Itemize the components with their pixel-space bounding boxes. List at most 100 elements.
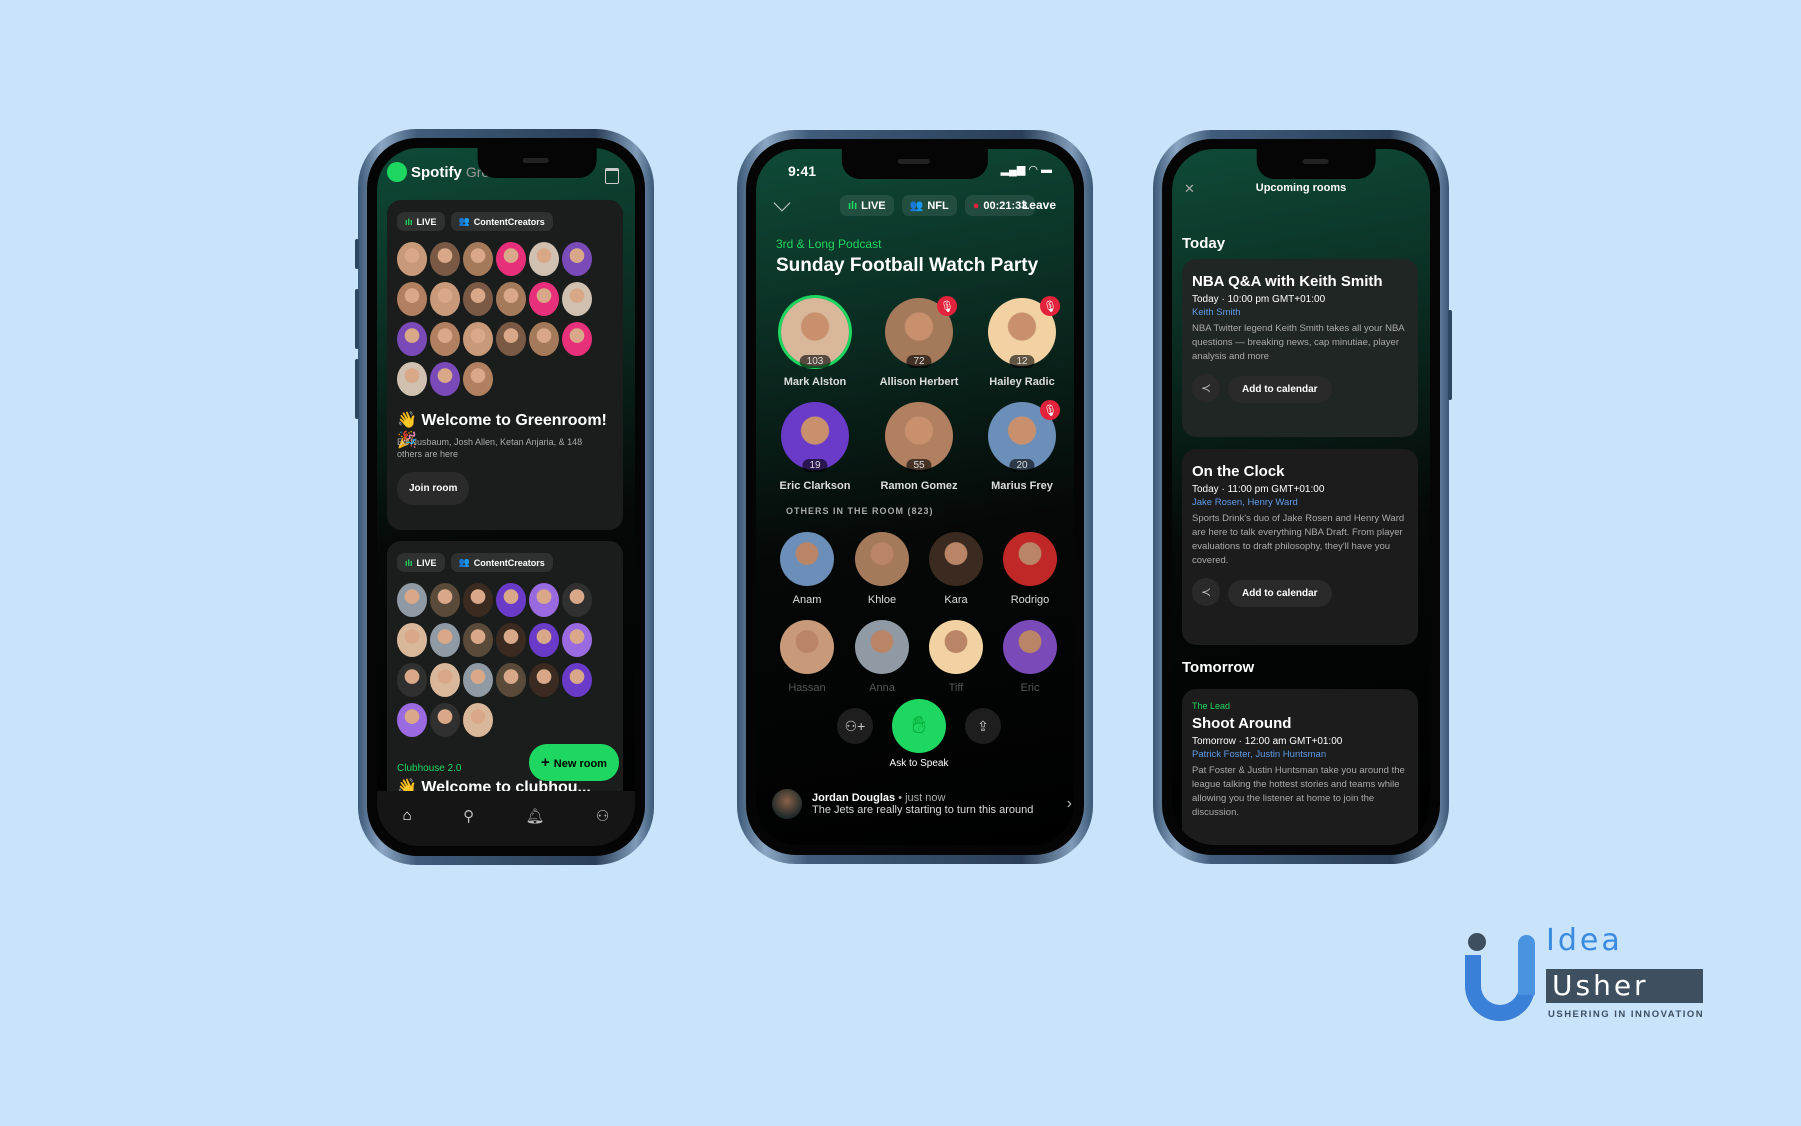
logo-u-right bbox=[1518, 935, 1535, 995]
add-to-calendar-button[interactable]: Add to calendar bbox=[1228, 376, 1332, 404]
room-screen: 9:41 ▂▄▆ ◠ ▬ ılı LIVE 👥 NFL ● 00:21:33 Leav… bbox=[756, 149, 1074, 845]
calendar-icon[interactable] bbox=[605, 168, 619, 184]
gem-count: 20 bbox=[1009, 459, 1035, 472]
room-time: Tomorrow · 12:00 am GMT+01:00 bbox=[1192, 736, 1343, 747]
chevron-right-icon[interactable]: › bbox=[1067, 795, 1072, 813]
join-room-button[interactable]: Join room bbox=[397, 472, 470, 505]
participant-avatar bbox=[430, 322, 460, 356]
speaker-name: Ramon Gomez bbox=[880, 480, 958, 492]
leave-button[interactable]: Leave bbox=[1022, 198, 1056, 212]
room-hosts[interactable]: Keith Smith bbox=[1192, 307, 1408, 318]
live-badge: ılı LIVE bbox=[397, 553, 445, 572]
phone-home: Spotify Greenroom ılıLIVE 👥ContentCreato… bbox=[355, 129, 654, 865]
room-hosts[interactable]: Patrick Foster, Justin Huntsman bbox=[1192, 749, 1408, 760]
share-button[interactable]: ⇪ bbox=[965, 708, 1001, 744]
idea-usher-logo: Idea Usher USHERING IN INNOVATION bbox=[1460, 923, 1703, 1025]
speaker-avatar[interactable]: 20 🎙︎ bbox=[988, 400, 1060, 472]
club-tag[interactable]: 👥 ContentCreators bbox=[450, 212, 553, 231]
participant-avatar bbox=[529, 623, 559, 657]
close-icon[interactable]: ✕ bbox=[1184, 181, 1195, 197]
room-hosts[interactable]: Jake Rosen, Henry Ward bbox=[1192, 497, 1408, 508]
room-title: NBA Q&A with Keith Smith bbox=[1192, 273, 1383, 290]
room-card[interactable]: On the Clock Today · 11:00 pm GMT+01:00 … bbox=[1182, 449, 1418, 645]
participant-avatar bbox=[397, 583, 427, 617]
search-icon[interactable]: ⚲ bbox=[463, 807, 474, 825]
room-title: Shoot Around bbox=[1192, 715, 1292, 732]
room-description: Sports Drink's duo of Jake Rosen and Hen… bbox=[1192, 513, 1405, 566]
chat-avatar bbox=[772, 789, 802, 819]
participant-avatar bbox=[562, 322, 592, 356]
participant-avatar bbox=[496, 282, 526, 316]
speaker-avatar[interactable]: 12 🎙︎ bbox=[988, 296, 1060, 368]
participant-avatar bbox=[463, 322, 493, 356]
participant-avatar bbox=[397, 663, 427, 697]
bell-icon[interactable]: 🔔︎ bbox=[525, 807, 544, 825]
club-tag[interactable]: 👥 ContentCreators bbox=[450, 553, 553, 572]
room-time: Today · 10:00 pm GMT+01:00 bbox=[1192, 294, 1326, 305]
participant-avatar bbox=[496, 322, 526, 356]
room-card[interactable]: ılı LIVE 👥 ContentCreators 👋 Welcome to Gr… bbox=[387, 200, 623, 530]
spotify-logo-icon bbox=[387, 162, 407, 182]
bottom-nav: ⌂ ⚲ 🔔︎ ⚇ bbox=[377, 791, 635, 846]
participant-avatar bbox=[430, 703, 460, 737]
live-icon: ılı bbox=[405, 216, 413, 227]
ask-to-speak-button[interactable]: ✋︎ bbox=[892, 699, 946, 753]
listener-avatar[interactable] bbox=[855, 532, 909, 586]
new-room-button[interactable]: + New room bbox=[529, 744, 619, 781]
speaker-name: Mark Alston bbox=[783, 376, 847, 388]
room-title: On the Clock bbox=[1192, 463, 1285, 480]
room-card[interactable]: The Lead Shoot Around Tomorrow · 12:00 a… bbox=[1182, 689, 1418, 845]
gem-count: 55 bbox=[906, 459, 932, 472]
club-name: Clubhouse 2.0 bbox=[397, 763, 462, 774]
speaker-avatar[interactable]: 72 🎙︎ bbox=[885, 296, 957, 368]
listener-avatar[interactable] bbox=[929, 532, 983, 586]
share-button[interactable]: ≺ bbox=[1192, 374, 1220, 402]
speaker-avatar[interactable]: 103 bbox=[781, 298, 849, 368]
listener-avatar[interactable] bbox=[855, 620, 909, 674]
room-card[interactable]: NBA Q&A with Keith Smith Today · 10:00 p… bbox=[1182, 259, 1418, 437]
participant-avatar bbox=[562, 663, 592, 697]
participant-avatar bbox=[529, 322, 559, 356]
add-to-calendar-button[interactable]: Add to calendar bbox=[1228, 580, 1332, 608]
live-icon: ılı bbox=[848, 199, 858, 212]
listener-avatar[interactable] bbox=[1003, 620, 1057, 674]
live-badge: ılı LIVE bbox=[397, 212, 445, 231]
listener-avatar[interactable] bbox=[929, 620, 983, 674]
participant-avatars bbox=[397, 583, 597, 743]
participant-avatar bbox=[463, 583, 493, 617]
participant-avatar bbox=[496, 623, 526, 657]
participant-avatar bbox=[562, 623, 592, 657]
topic-tag[interactable]: 👥 NFL bbox=[901, 195, 957, 216]
share-icon: ⇪ bbox=[977, 717, 989, 734]
section-tomorrow: Tomorrow bbox=[1182, 659, 1255, 676]
section-today: Today bbox=[1182, 235, 1226, 252]
room-description: Pat Foster & Justin Huntsman take you ar… bbox=[1192, 765, 1405, 818]
speaker-avatar[interactable]: 55 bbox=[885, 402, 953, 472]
group-icon: 👥 bbox=[458, 216, 470, 226]
participant-avatar bbox=[430, 663, 460, 697]
participant-avatar bbox=[463, 663, 493, 697]
listener-avatar[interactable] bbox=[780, 620, 834, 674]
speaker-name: Allison Herbert bbox=[879, 376, 959, 388]
upcoming-screen: ✕ Upcoming rooms Today NBA Q&A with Keit… bbox=[1172, 149, 1430, 845]
speaker-name: Eric Clarkson bbox=[779, 480, 851, 492]
chat-preview[interactable]: Jordan Douglas • just now The Jets are r… bbox=[772, 789, 1072, 819]
participant-avatar bbox=[463, 623, 493, 657]
listener-avatar[interactable] bbox=[780, 532, 834, 586]
chevron-down-icon[interactable] bbox=[773, 194, 791, 212]
gem-count: 72 bbox=[906, 355, 932, 368]
home-icon[interactable]: ⌂ bbox=[403, 807, 412, 824]
listener-avatar[interactable] bbox=[1003, 532, 1057, 586]
recording-dot-icon: ● bbox=[972, 199, 980, 212]
share-button[interactable]: ≺ bbox=[1192, 578, 1220, 606]
profile-icon[interactable]: ⚇ bbox=[596, 807, 609, 825]
speaker-avatar[interactable]: 19 bbox=[781, 402, 849, 472]
home-screen: Spotify Greenroom ılıLIVE 👥ContentCreato… bbox=[377, 148, 635, 846]
add-person-button[interactable]: ⚇+ bbox=[837, 708, 873, 744]
participant-avatar bbox=[496, 663, 526, 697]
participant-avatar bbox=[463, 282, 493, 316]
podcast-name: 3rd & Long Podcast bbox=[776, 237, 882, 251]
participant-avatar bbox=[397, 282, 427, 316]
share-icon: ≺ bbox=[1200, 585, 1212, 599]
participant-avatar bbox=[463, 242, 493, 276]
